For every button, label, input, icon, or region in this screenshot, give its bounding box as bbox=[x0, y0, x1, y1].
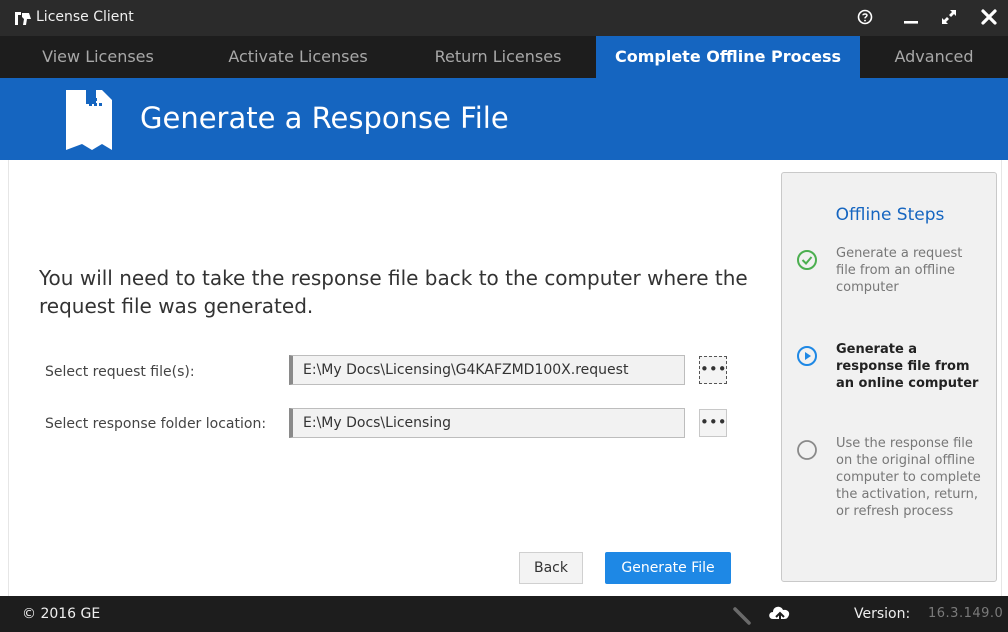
tab-complete-offline-process[interactable]: Complete Offline Process bbox=[596, 36, 860, 78]
page-banner: Generate a Response File bbox=[0, 78, 1008, 160]
document-icon bbox=[66, 90, 112, 150]
request-file-label: Select request file(s): bbox=[45, 364, 195, 380]
play-circle-icon bbox=[797, 346, 817, 366]
tab-view-licenses[interactable]: View Licenses bbox=[0, 36, 196, 78]
page-title: Generate a Response File bbox=[140, 101, 509, 135]
minimize-icon[interactable] bbox=[898, 4, 924, 30]
step-text: Use the response file on the original of… bbox=[836, 436, 981, 519]
offline-steps-panel: Offline Steps Generate a request file fr… bbox=[781, 172, 997, 582]
title-bar: License Client bbox=[0, 0, 1008, 36]
browse-request-button[interactable]: ••• bbox=[699, 356, 727, 384]
main-panel: You will need to take the response file … bbox=[8, 160, 1002, 596]
response-folder-input[interactable] bbox=[289, 408, 685, 438]
expand-icon[interactable] bbox=[934, 4, 964, 30]
version-value: 16.3.149.0 bbox=[928, 606, 1004, 621]
copyright-text: © 2016 GE bbox=[22, 606, 101, 622]
empty-circle-icon bbox=[797, 440, 817, 460]
version-label: Version: bbox=[854, 606, 911, 622]
tab-return-licenses[interactable]: Return Licenses bbox=[400, 36, 596, 78]
close-icon[interactable] bbox=[974, 4, 1004, 30]
pen-icon bbox=[733, 607, 751, 625]
help-icon[interactable] bbox=[852, 4, 878, 30]
generate-file-button[interactable]: Generate File bbox=[605, 552, 731, 584]
step-text: Generate a response file from an online … bbox=[836, 342, 979, 391]
tab-advanced[interactable]: Advanced bbox=[860, 36, 1008, 78]
window-title: License Client bbox=[36, 9, 134, 25]
tab-activate-licenses[interactable]: Activate Licenses bbox=[196, 36, 400, 78]
request-file-input[interactable] bbox=[289, 355, 685, 385]
app-logo-icon bbox=[15, 12, 31, 25]
browse-response-button[interactable]: ••• bbox=[699, 409, 727, 437]
back-button[interactable]: Back bbox=[519, 552, 583, 584]
status-bar: © 2016 GE Version: 16.3.149.0 bbox=[0, 596, 1008, 632]
cloud-upload-icon[interactable] bbox=[766, 602, 794, 626]
offline-steps-title: Offline Steps bbox=[835, 205, 945, 225]
response-folder-label: Select response folder location: bbox=[45, 416, 267, 432]
check-circle-icon bbox=[797, 250, 817, 270]
step-text: Generate a request file from an offline … bbox=[836, 246, 963, 295]
tab-bar: View Licenses Activate Licenses Return L… bbox=[0, 36, 1008, 78]
instruction-text: You will need to take the response file … bbox=[39, 266, 748, 318]
